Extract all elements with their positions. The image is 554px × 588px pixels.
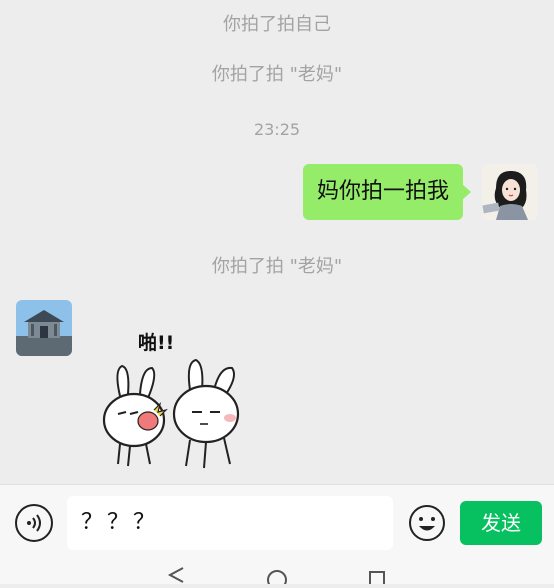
nav-recents-icon[interactable] — [369, 571, 385, 587]
sticker-message[interactable]: 啪!! — [90, 328, 250, 470]
send-button[interactable]: 发送 — [460, 501, 542, 545]
input-bar: ？？？ 发送 — [0, 484, 554, 567]
my-avatar[interactable] — [482, 164, 538, 220]
nav-home-icon[interactable] — [267, 570, 287, 588]
emoji-icon[interactable] — [408, 504, 446, 542]
system-message-pat-self: 你拍了拍自己 — [223, 14, 331, 35]
system-message-pat-mom-2: 你拍了拍 "老妈" — [211, 256, 343, 277]
nav-back-icon[interactable] — [167, 567, 184, 583]
mom-avatar[interactable] — [16, 300, 72, 356]
timestamp: 23:25 — [253, 120, 301, 139]
system-nav-bar — [0, 566, 554, 588]
message-input[interactable]: ？？？ — [67, 496, 393, 550]
voice-icon[interactable] — [15, 504, 53, 542]
outgoing-message-bubble[interactable]: 妈你拍一拍我 — [303, 164, 472, 220]
system-message-pat-mom: 你拍了拍 "老妈" — [211, 64, 343, 85]
rabbit-sticker-image — [102, 358, 240, 469]
